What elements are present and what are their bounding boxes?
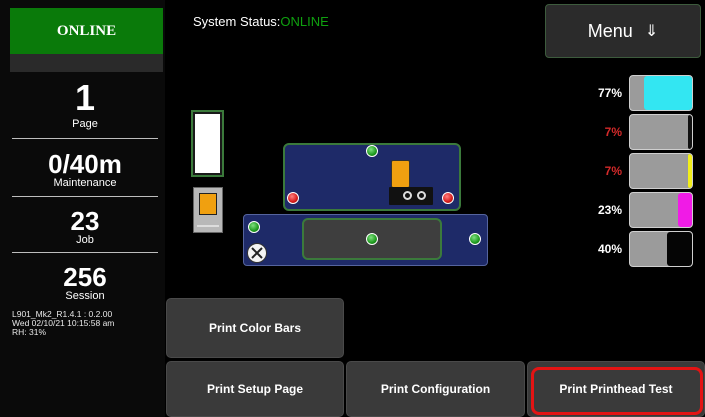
maintenance-counter: 0/40m Maintenance bbox=[10, 151, 160, 189]
sensor-ok-indicator bbox=[366, 145, 378, 157]
paper-icon bbox=[195, 114, 220, 173]
divider bbox=[12, 196, 158, 197]
print-setup-page-button[interactable]: Print Setup Page bbox=[166, 361, 344, 417]
sensor-error-indicator bbox=[442, 192, 454, 204]
session-count-value: 256 bbox=[63, 262, 107, 292]
job-count-value: 23 bbox=[70, 206, 100, 236]
ink-magenta-gauge bbox=[629, 192, 693, 228]
page-counter: 1 Page bbox=[10, 77, 160, 131]
ink-black-gauge bbox=[629, 231, 693, 267]
menu-button[interactable]: Menu ⇓ bbox=[545, 4, 701, 58]
sensor-ok-indicator bbox=[248, 221, 260, 233]
x-mark-icon bbox=[251, 247, 263, 259]
print-configuration-label: Print Configuration bbox=[380, 382, 491, 396]
job-counter: 23 Job bbox=[10, 208, 160, 246]
sensor-ok-indicator bbox=[366, 233, 378, 245]
ink-black-fill bbox=[687, 115, 692, 149]
system-status: System Status:ONLINE bbox=[193, 14, 329, 29]
ink-magenta-percent: 23% bbox=[597, 203, 622, 217]
session-count-label: Session bbox=[65, 290, 105, 302]
ink-black-fill bbox=[667, 232, 692, 266]
printhead-cartridge-icon bbox=[391, 160, 410, 188]
divider bbox=[12, 252, 158, 253]
print-color-bars-button[interactable]: Print Color Bars bbox=[166, 298, 344, 358]
cartridge-slot-line bbox=[197, 225, 219, 227]
ink-black-percent: 40% bbox=[597, 242, 622, 256]
page-count-value: 1 bbox=[74, 77, 96, 118]
sensor-ok-indicator bbox=[469, 233, 481, 245]
maintenance-label: Maintenance bbox=[53, 177, 117, 189]
ink-yellow-fill bbox=[687, 154, 692, 188]
print-setup-page-label: Print Setup Page bbox=[206, 382, 304, 396]
ink-cyan-percent: 77% bbox=[597, 86, 622, 100]
print-printhead-test-button[interactable]: Print Printhead Test bbox=[527, 361, 705, 417]
humidity: RH: 31% bbox=[12, 327, 47, 337]
ink-yellow-gauge bbox=[629, 153, 693, 189]
sensor-error-indicator bbox=[287, 192, 299, 204]
ink-black-gauge bbox=[629, 114, 693, 150]
print-printhead-test-label: Print Printhead Test bbox=[559, 382, 673, 396]
cartridge-ink-icon bbox=[199, 193, 217, 215]
sidebar-strip bbox=[10, 54, 163, 72]
roller-icon bbox=[417, 191, 426, 200]
system-status-value: ONLINE bbox=[280, 14, 329, 29]
double-arrow-down-icon: ⇓ bbox=[644, 23, 659, 40]
ink-magenta-fill bbox=[677, 193, 692, 227]
print-configuration-button[interactable]: Print Configuration bbox=[346, 361, 525, 417]
maintenance-value: 0/40m bbox=[48, 149, 122, 179]
ink-cyan-fill bbox=[644, 76, 692, 110]
system-info: L901_Mk2_R1.4.1 : 0.2.00 Wed 02/10/21 10… bbox=[12, 310, 164, 337]
session-counter: 256 Session bbox=[10, 264, 160, 302]
online-badge: ONLINE bbox=[10, 8, 163, 54]
job-count-label: Job bbox=[76, 234, 94, 246]
close-circle-icon bbox=[247, 243, 267, 263]
ink-black-percent: 7% bbox=[604, 125, 622, 139]
ink-cyan-gauge bbox=[629, 75, 693, 111]
page-count-label: Page bbox=[72, 118, 98, 130]
print-color-bars-label: Print Color Bars bbox=[208, 321, 301, 335]
divider bbox=[12, 138, 158, 139]
system-status-label: System Status: bbox=[193, 14, 281, 29]
roller-icon bbox=[403, 191, 412, 200]
menu-label: Menu bbox=[587, 20, 633, 41]
ink-yellow-percent: 7% bbox=[604, 164, 622, 178]
